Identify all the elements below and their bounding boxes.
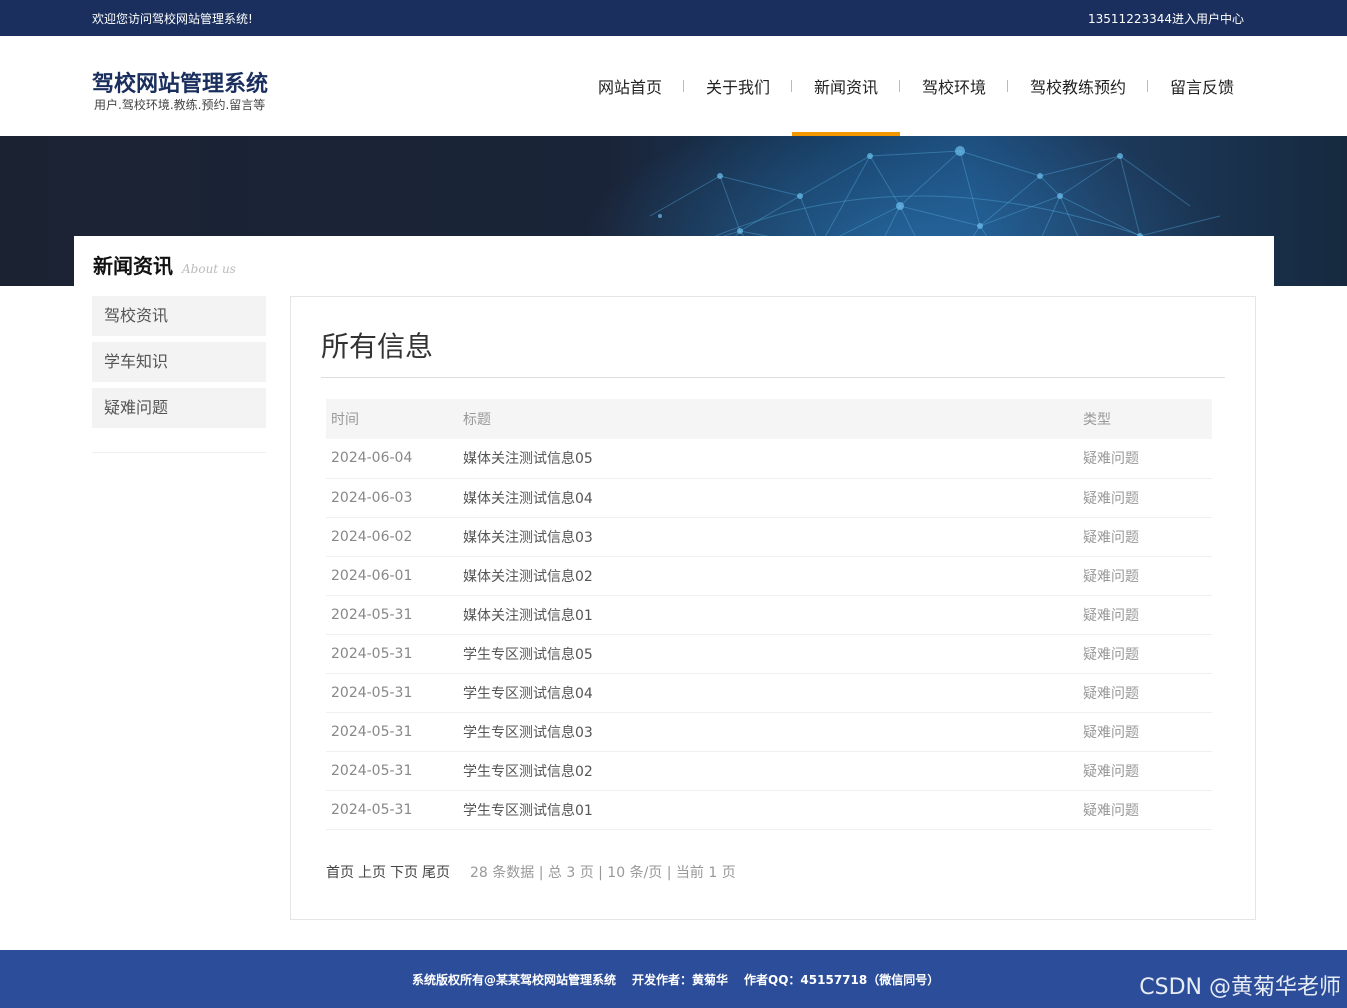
content-panel: 所有信息 时间 标题 类型 2024-06-04 媒体关注测试信息05 疑难问题… — [290, 296, 1256, 920]
row-date: 2024-05-31 — [326, 673, 458, 713]
pager-next-link[interactable]: 下页 — [390, 865, 418, 881]
top-bar: 欢迎您访问驾校网站管理系统! 13511223344进入用户中心 — [0, 0, 1347, 36]
row-type: 疑难问题 — [1078, 751, 1212, 791]
row-type: 疑难问题 — [1078, 595, 1212, 635]
row-title-link[interactable]: 学生专区测试信息04 — [458, 673, 1078, 713]
sidebar-divider — [92, 452, 266, 453]
table-row: 2024-05-31 学生专区测试信息01 疑难问题 — [326, 790, 1212, 830]
row-title-link[interactable]: 学生专区测试信息02 — [458, 751, 1078, 791]
row-date: 2024-05-31 — [326, 634, 458, 674]
footer-copyright: 系统版权所有@某某驾校网站管理系统 — [412, 973, 617, 987]
row-title-link[interactable]: 媒体关注测试信息05 — [458, 439, 1078, 479]
row-title-link[interactable]: 学生专区测试信息01 — [458, 790, 1078, 830]
content-title: 所有信息 — [321, 330, 434, 363]
table-header-row: 时间 标题 类型 — [326, 399, 1212, 439]
pager-first-link[interactable]: 首页 — [326, 865, 354, 881]
sidebar: 驾校资讯 学车知识 疑难问题 — [92, 296, 266, 453]
page-heading: 新闻资讯 — [93, 254, 173, 278]
table-row: 2024-05-31 学生专区测试信息03 疑难问题 — [326, 712, 1212, 752]
table-row: 2024-06-01 媒体关注测试信息02 疑难问题 — [326, 556, 1212, 596]
sidebar-item-driving-knowledge[interactable]: 学车知识 — [92, 342, 266, 382]
row-date: 2024-05-31 — [326, 751, 458, 791]
table-row: 2024-06-04 媒体关注测试信息05 疑难问题 — [326, 439, 1212, 479]
row-title-link[interactable]: 媒体关注测试信息04 — [458, 478, 1078, 518]
nav-item-feedback[interactable]: 留言反馈 — [1148, 36, 1256, 136]
row-date: 2024-06-03 — [326, 478, 458, 518]
welcome-text: 欢迎您访问驾校网站管理系统! — [92, 12, 253, 26]
row-type: 疑难问题 — [1078, 634, 1212, 674]
nav-item-coach-booking[interactable]: 驾校教练预约 — [1008, 36, 1148, 136]
row-type: 疑难问题 — [1078, 556, 1212, 596]
footer-qq: 作者QQ：45157718（微信同号） — [744, 973, 940, 987]
table-row: 2024-05-31 学生专区测试信息04 疑难问题 — [326, 673, 1212, 713]
table-row: 2024-06-03 媒体关注测试信息04 疑难问题 — [326, 478, 1212, 518]
row-date: 2024-05-31 — [326, 595, 458, 635]
nav-item-news[interactable]: 新闻资讯 — [792, 36, 900, 136]
column-header-time: 时间 — [326, 399, 458, 439]
main-nav: 网站首页 关于我们 新闻资讯 驾校环境 驾校教练预约 留言反馈 — [576, 36, 1256, 136]
row-type: 疑难问题 — [1078, 673, 1212, 713]
site-header: 驾校网站管理系统 用户.驾校环境.教练.预约.留言等 网站首页 关于我们 新闻资… — [0, 36, 1347, 136]
row-title-link[interactable]: 学生专区测试信息03 — [458, 712, 1078, 752]
nav-item-about[interactable]: 关于我们 — [684, 36, 792, 136]
sidebar-item-school-news[interactable]: 驾校资讯 — [92, 296, 266, 336]
row-date: 2024-05-31 — [326, 712, 458, 752]
row-type: 疑难问题 — [1078, 790, 1212, 830]
row-date: 2024-05-31 — [326, 790, 458, 830]
row-type: 疑难问题 — [1078, 712, 1212, 752]
row-date: 2024-06-04 — [326, 439, 458, 479]
row-type: 疑难问题 — [1078, 478, 1212, 518]
pager-prev-link[interactable]: 上页 — [358, 865, 386, 881]
news-table: 时间 标题 类型 2024-06-04 媒体关注测试信息05 疑难问题 2024… — [326, 399, 1212, 830]
row-title-link[interactable]: 媒体关注测试信息03 — [458, 517, 1078, 557]
row-date: 2024-06-02 — [326, 517, 458, 557]
table-row: 2024-05-31 媒体关注测试信息01 疑难问题 — [326, 595, 1212, 635]
table-row: 2024-05-31 学生专区测试信息05 疑难问题 — [326, 634, 1212, 674]
row-title-link[interactable]: 媒体关注测试信息02 — [458, 556, 1078, 596]
row-type: 疑难问题 — [1078, 439, 1212, 479]
site-title[interactable]: 驾校网站管理系统 — [92, 66, 268, 98]
footer-text: 系统版权所有@某某驾校网站管理系统 开发作者：黄菊华 作者QQ：45157718（微… — [412, 971, 955, 988]
pagination: 首页 上页 下页 尾页 28 条数据 | 总 3 页 | 10 条/页 | 当前 1 页 — [326, 862, 736, 882]
footer-author: 开发作者：黄菊华 — [632, 973, 729, 987]
site-subtitle: 用户.驾校环境.教练.预约.留言等 — [94, 98, 266, 112]
column-header-title: 标题 — [458, 399, 1078, 439]
title-divider — [321, 377, 1225, 378]
pager-info: 28 条数据 | 总 3 页 | 10 条/页 | 当前 1 页 — [470, 865, 736, 881]
column-header-type: 类型 — [1078, 399, 1212, 439]
table-row: 2024-05-31 学生专区测试信息02 疑难问题 — [326, 751, 1212, 791]
page-heading-box: 新闻资讯 About us — [74, 236, 1274, 286]
row-type: 疑难问题 — [1078, 517, 1212, 557]
nav-item-environment[interactable]: 驾校环境 — [900, 36, 1008, 136]
sidebar-item-faq[interactable]: 疑难问题 — [92, 388, 266, 428]
row-title-link[interactable]: 媒体关注测试信息01 — [458, 595, 1078, 635]
csdn-watermark: CSDN @黄菊华老师 — [1139, 975, 1341, 1000]
nav-item-home[interactable]: 网站首页 — [576, 36, 684, 136]
page-heading-subtitle: About us — [182, 262, 236, 276]
row-title-link[interactable]: 学生专区测试信息05 — [458, 634, 1078, 674]
user-center-link[interactable]: 13511223344进入用户中心 — [1088, 10, 1244, 27]
pager-last-link[interactable]: 尾页 — [422, 865, 450, 881]
row-date: 2024-06-01 — [326, 556, 458, 596]
site-footer: 系统版权所有@某某驾校网站管理系统 开发作者：黄菊华 作者QQ：45157718（微… — [0, 950, 1347, 1008]
table-row: 2024-06-02 媒体关注测试信息03 疑难问题 — [326, 517, 1212, 557]
